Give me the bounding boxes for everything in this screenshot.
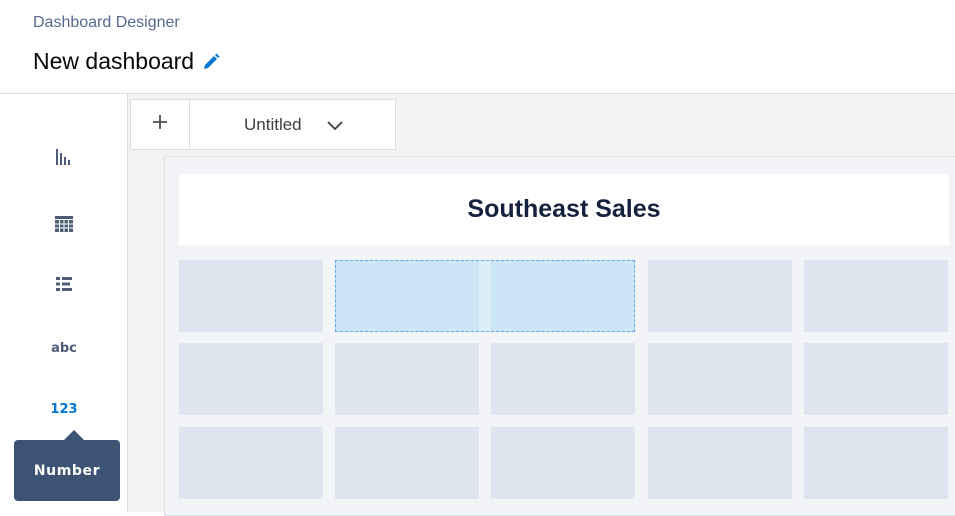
page-tab-bar: Untitled bbox=[128, 94, 955, 150]
tab-untitled[interactable]: Untitled bbox=[190, 99, 396, 150]
grid-cell[interactable] bbox=[648, 260, 792, 332]
grid-cell[interactable] bbox=[491, 343, 635, 415]
grid-cell[interactable] bbox=[335, 343, 479, 415]
plus-icon bbox=[151, 113, 169, 136]
text-widget-label: abc bbox=[51, 340, 77, 356]
dashboard-title-row: New dashboard bbox=[33, 48, 220, 75]
header: Dashboard Designer New dashboard bbox=[0, 0, 955, 94]
table-widget-tool[interactable] bbox=[0, 206, 128, 246]
table-icon bbox=[54, 215, 74, 238]
number-widget-label: 123 bbox=[50, 401, 78, 417]
canvas-area: Untitled Southeast Sales bbox=[128, 94, 955, 516]
grid-cell[interactable] bbox=[804, 427, 948, 499]
grid-cell[interactable] bbox=[335, 427, 479, 499]
list-icon bbox=[55, 276, 73, 297]
list-widget-tool[interactable] bbox=[0, 266, 128, 306]
grid-cell[interactable] bbox=[648, 343, 792, 415]
number-widget-tool[interactable]: 123 bbox=[0, 389, 128, 429]
grid-cell[interactable] bbox=[179, 427, 323, 499]
tab-label: Untitled bbox=[244, 114, 302, 134]
grid-cell[interactable] bbox=[179, 260, 323, 332]
grid-cell[interactable] bbox=[179, 343, 323, 415]
grid-cell[interactable] bbox=[804, 343, 948, 415]
drop-zone-divider bbox=[479, 261, 491, 331]
number-tooltip: Number bbox=[14, 440, 120, 501]
chevron-down-icon[interactable] bbox=[326, 119, 344, 131]
text-widget-tool[interactable]: abc bbox=[0, 328, 128, 368]
tooltip-arrow bbox=[64, 430, 84, 440]
dashboard-heading: Southeast Sales bbox=[467, 195, 661, 223]
drop-zone[interactable] bbox=[335, 260, 635, 332]
grid-cell[interactable] bbox=[648, 427, 792, 499]
bar-chart-icon bbox=[54, 147, 74, 172]
title-widget[interactable]: Southeast Sales bbox=[179, 174, 949, 245]
dashboard-title: New dashboard bbox=[33, 48, 195, 74]
grid-cell[interactable] bbox=[804, 260, 948, 332]
chart-widget-tool[interactable] bbox=[0, 139, 128, 179]
app-title: Dashboard Designer bbox=[33, 14, 180, 31]
pencil-edit-icon[interactable] bbox=[202, 53, 220, 71]
add-page-button[interactable] bbox=[130, 99, 190, 150]
grid-cell[interactable] bbox=[491, 427, 635, 499]
dashboard-page: Southeast Sales bbox=[164, 156, 955, 516]
